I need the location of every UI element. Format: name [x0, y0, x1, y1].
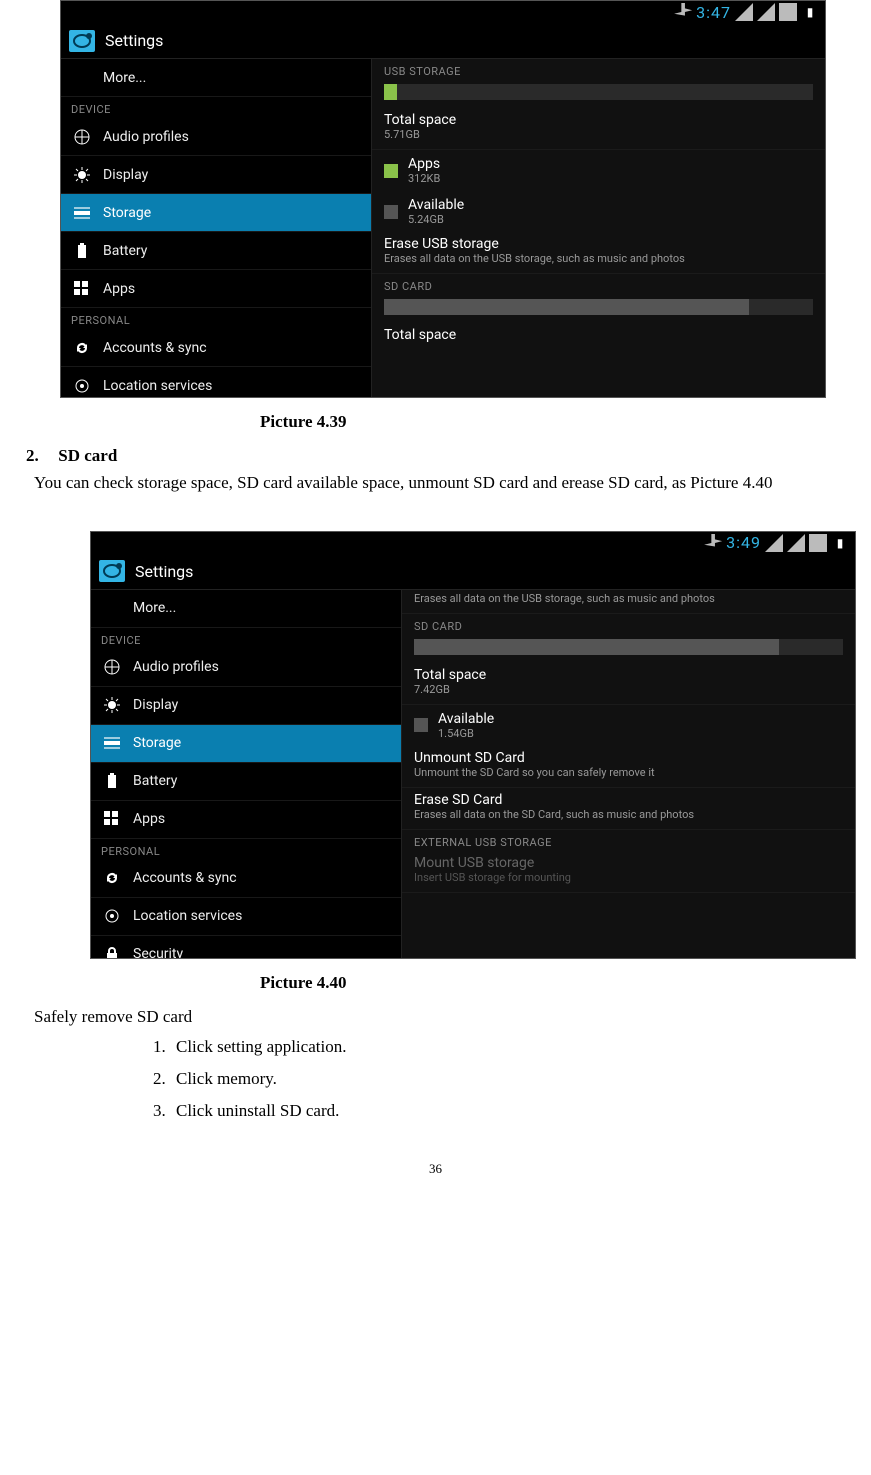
settings-nav: More... DEVICE Audio profiles Display St…	[91, 590, 401, 958]
location-icon	[73, 377, 91, 395]
storage-pane: Erases all data on the USB storage, such…	[401, 590, 855, 958]
sd-usage-bar	[414, 639, 843, 655]
audio-icon	[73, 128, 91, 146]
settings-app-icon	[69, 30, 95, 52]
prev-erase-subtitle: Erases all data on the USB storage, such…	[402, 590, 855, 614]
battery-icon: ▮	[801, 3, 819, 21]
storage-icon	[103, 734, 121, 752]
nav-display[interactable]: Display	[61, 156, 371, 194]
usb-apps[interactable]: Apps 312KB	[372, 150, 825, 191]
unmount-sd-card[interactable]: Unmount SD Card Unmount the SD Card so y…	[402, 746, 855, 788]
location-icon	[103, 907, 121, 925]
sd-total-space[interactable]: Total space	[372, 323, 825, 351]
display-icon	[103, 696, 121, 714]
available-swatch-icon	[384, 205, 398, 219]
sync-icon	[103, 869, 121, 887]
list-item: Click setting application.	[170, 1037, 851, 1057]
nav-audio-profiles[interactable]: Audio profiles	[91, 649, 401, 687]
nav-accounts-sync[interactable]: Accounts & sync	[61, 329, 371, 367]
storage-icon	[73, 204, 91, 222]
nav-category-personal: PERSONAL	[91, 839, 401, 860]
nav-audio-profiles[interactable]: Audio profiles	[61, 118, 371, 156]
nav-storage[interactable]: Storage	[61, 194, 371, 232]
available-swatch-icon	[414, 718, 428, 732]
nav-accounts-sync[interactable]: Accounts & sync	[91, 860, 401, 898]
nav-location-services[interactable]: Location services	[91, 898, 401, 936]
status-clock: 3:47	[696, 3, 731, 22]
app-header: Settings	[61, 23, 825, 59]
nav-category-device: DEVICE	[91, 628, 401, 649]
signal-icon-2	[787, 534, 805, 552]
sd-available[interactable]: Available 1.54GB	[402, 705, 855, 746]
sd-total-space[interactable]: Total space 7.42GB	[402, 663, 855, 705]
display-icon	[73, 166, 91, 184]
settings-app-icon	[99, 560, 125, 582]
nav-location-services[interactable]: Location services	[61, 367, 371, 397]
figure-caption-2: Picture 4.40	[260, 973, 851, 993]
screenshot-1: 3:47 ▮ Settings More... DEVICE Audio pro…	[60, 0, 826, 398]
battery-icon: ▮	[831, 534, 849, 552]
erase-usb-storage[interactable]: Erase USB storage Erases all data on the…	[372, 232, 825, 274]
usb-icon	[674, 3, 692, 21]
figure-caption-1: Picture 4.39	[260, 412, 851, 432]
battery-icon	[103, 772, 121, 790]
signal-icon	[765, 534, 783, 552]
section-sd-card: SD CARD	[372, 274, 825, 295]
usb-icon	[704, 534, 722, 552]
page-number: 36	[20, 1161, 851, 1177]
usb-total-space[interactable]: Total space 5.71GB	[372, 108, 825, 150]
nav-apps[interactable]: Apps	[61, 270, 371, 308]
apps-swatch-icon	[384, 164, 398, 178]
nav-battery[interactable]: Battery	[91, 763, 401, 801]
list-item: Click uninstall SD card.	[170, 1101, 851, 1121]
app-title: Settings	[105, 31, 163, 50]
nav-battery[interactable]: Battery	[61, 232, 371, 270]
sync-icon	[73, 339, 91, 357]
nav-storage[interactable]: Storage	[91, 725, 401, 763]
section-heading-sd-card: 2. SD card	[26, 446, 851, 466]
battery-icon	[73, 242, 91, 260]
app-header: Settings	[91, 554, 855, 590]
usb-usage-bar	[384, 84, 813, 100]
paragraph-safely-remove: Safely remove SD card	[34, 1007, 851, 1027]
list-item: Click memory.	[170, 1069, 851, 1089]
audio-icon	[103, 658, 121, 676]
status-clock: 3:49	[726, 533, 761, 552]
app-title: Settings	[135, 562, 193, 581]
bluetooth-icon	[809, 534, 827, 552]
steps-list: Click setting application. Click memory.…	[170, 1037, 851, 1121]
mount-usb-storage: Mount USB storage Insert USB storage for…	[402, 851, 855, 893]
status-bar: 3:47 ▮	[61, 1, 825, 23]
nav-category-personal: PERSONAL	[61, 308, 371, 329]
erase-sd-card[interactable]: Erase SD Card Erases all data on the SD …	[402, 788, 855, 830]
storage-pane: USB STORAGE Total space 5.71GB Apps 312K…	[371, 59, 825, 397]
sd-usage-bar	[384, 299, 813, 315]
signal-icon	[735, 3, 753, 21]
nav-security[interactable]: Security	[91, 936, 401, 958]
nav-display[interactable]: Display	[91, 687, 401, 725]
nav-more[interactable]: More...	[61, 59, 371, 97]
usb-available[interactable]: Available 5.24GB	[372, 191, 825, 232]
nav-more[interactable]: More...	[91, 590, 401, 628]
screenshot-2: 3:49 ▮ Settings More... DEVICE Audio pro…	[90, 531, 856, 959]
lock-icon	[103, 945, 121, 958]
signal-icon-2	[757, 3, 775, 21]
bluetooth-icon	[779, 3, 797, 21]
settings-nav: More... DEVICE Audio profiles Display St…	[61, 59, 371, 397]
apps-icon	[73, 280, 91, 298]
section-external-usb: EXTERNAL USB STORAGE	[402, 830, 855, 851]
status-bar: 3:49 ▮	[91, 532, 855, 554]
paragraph-sd-desc: You can check storage space, SD card ava…	[34, 472, 845, 495]
nav-apps[interactable]: Apps	[91, 801, 401, 839]
apps-icon	[103, 810, 121, 828]
nav-category-device: DEVICE	[61, 97, 371, 118]
section-usb-storage: USB STORAGE	[372, 59, 825, 80]
section-sd-card: SD CARD	[402, 614, 855, 635]
